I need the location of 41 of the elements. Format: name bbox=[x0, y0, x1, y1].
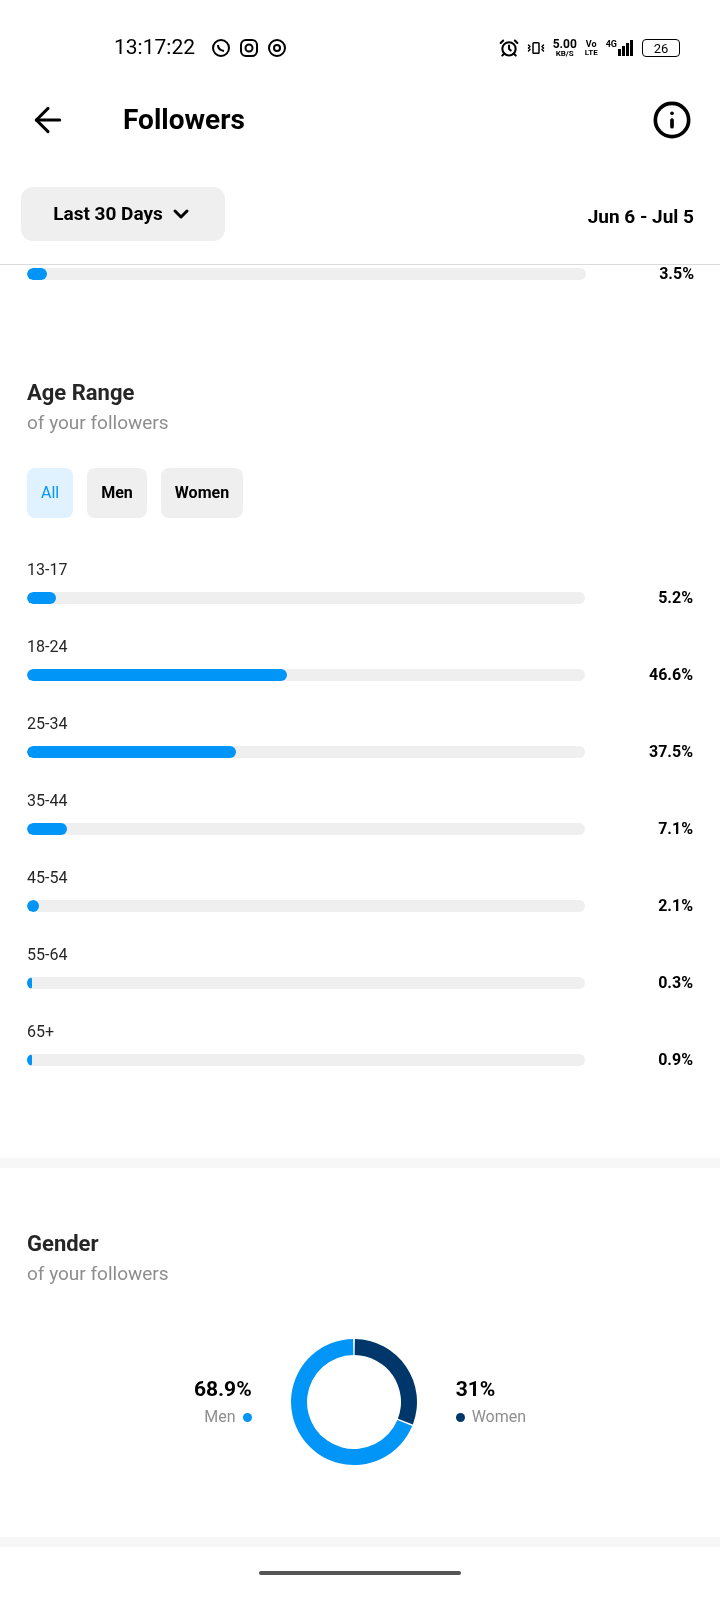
age-group-label: 55-64 bbox=[27, 947, 69, 964]
section-title: Age Range bbox=[27, 379, 136, 407]
section-title: Gender bbox=[27, 1230, 100, 1258]
percentage: 0.9% bbox=[657, 1052, 693, 1069]
date-filter-dropdown[interactable]: Last 30 Days bbox=[21, 187, 225, 241]
page-title: Followers bbox=[123, 102, 245, 138]
age-group-label: 45-54 bbox=[27, 870, 69, 887]
percentage: 0.3% bbox=[657, 975, 693, 992]
age-group-label: 25-34 bbox=[27, 716, 69, 733]
network-type: 4G bbox=[605, 40, 617, 49]
age-group-label: 13-17 bbox=[27, 562, 69, 579]
percentage: 7.1% bbox=[657, 821, 693, 838]
signal-icon bbox=[618, 40, 634, 56]
filter-tab[interactable]: Men bbox=[87, 468, 147, 519]
percentage: 5.2% bbox=[657, 590, 693, 607]
battery-indicator: 26 bbox=[642, 39, 680, 57]
speed-unit: KB/S bbox=[555, 50, 574, 58]
volte-label: LTE bbox=[584, 48, 598, 57]
section-subtitle: of your followers bbox=[27, 410, 170, 435]
percentage: 3.5% bbox=[658, 266, 694, 282]
age-group-label: 65+ bbox=[27, 1024, 56, 1041]
info-icon[interactable] bbox=[652, 100, 692, 140]
clock: 13:17:22 bbox=[114, 34, 195, 62]
volte-label: Vo bbox=[585, 39, 597, 49]
legend-label: Men bbox=[204, 1406, 236, 1429]
camera-app-icon bbox=[239, 38, 259, 58]
date-range: Jun 6 - Jul 5 bbox=[587, 203, 694, 230]
vibrate-icon bbox=[526, 39, 545, 57]
network-speed: 5.00 bbox=[552, 38, 577, 50]
section-subtitle: of your followers bbox=[27, 1261, 170, 1286]
age-group-label: 18-24 bbox=[27, 639, 69, 656]
gender-percentage: 31% bbox=[455, 1375, 496, 1403]
legend-label: Women bbox=[471, 1406, 527, 1429]
percentage: 46.6% bbox=[648, 667, 693, 684]
chat-app-icon bbox=[211, 38, 231, 58]
percentage: 37.5% bbox=[648, 744, 693, 761]
filter-tab[interactable]: Women bbox=[160, 468, 244, 519]
age-group-label: 35-44 bbox=[27, 793, 69, 810]
percentage: 2.1% bbox=[657, 898, 693, 915]
alarm-icon bbox=[498, 38, 519, 58]
gender-percentage: 68.9% bbox=[193, 1375, 252, 1403]
